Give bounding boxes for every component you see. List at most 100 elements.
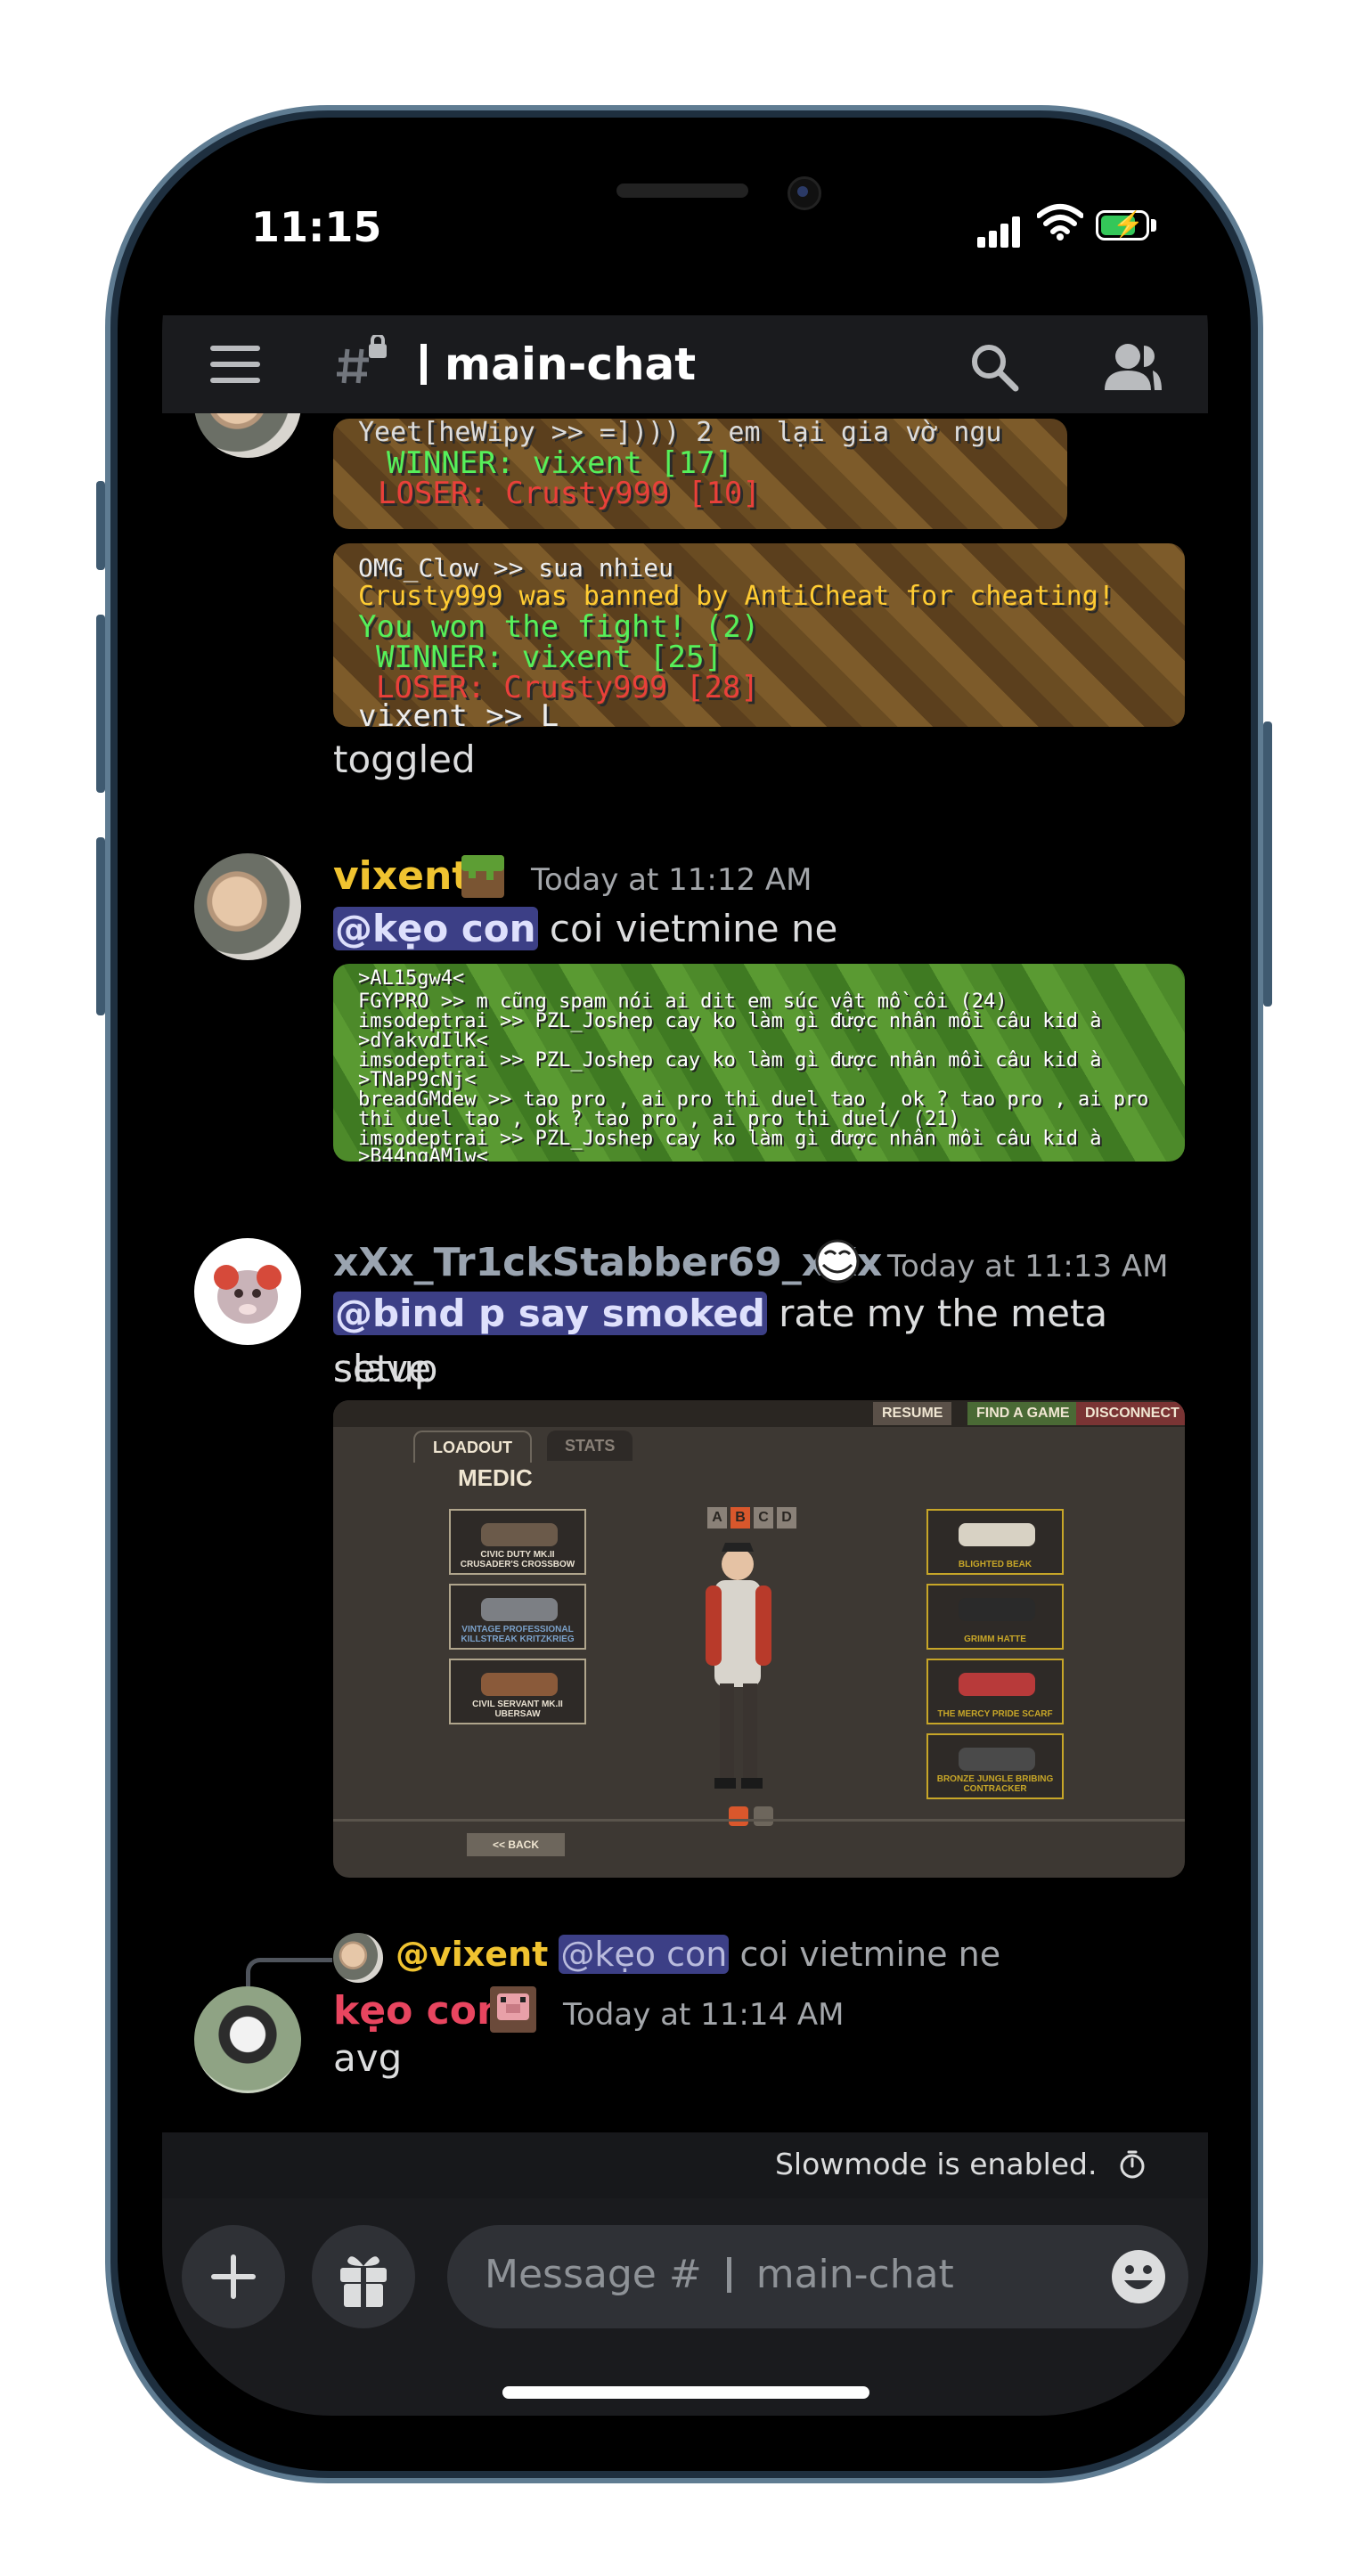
chat-line: vixent >> L xyxy=(358,698,559,727)
loadout-topbar: RESUME FIND A GAME DISCONNECT xyxy=(333,1400,1185,1427)
attachment-image[interactable]: Yeet[heWipy >> =]))) 2 em lại gia vờ ngu… xyxy=(333,419,1067,529)
reply-preview[interactable]: @vixent @kẹo con coi vietmine ne xyxy=(396,1935,1000,1974)
avatar[interactable] xyxy=(194,413,301,458)
slot-label: BLIGHTED BEAK xyxy=(958,1560,1032,1569)
emoji-icon[interactable] xyxy=(1110,2248,1167,2305)
composer-bar: Message # main-chat xyxy=(162,2198,1208,2416)
tab-loadout: LOADOUT xyxy=(413,1431,532,1463)
username[interactable]: vixent xyxy=(333,853,470,899)
members-icon[interactable] xyxy=(1101,340,1163,394)
slowmode-text: Slowmode is enabled. xyxy=(775,2147,1146,2181)
cosmetic-slot: BLIGHTED BEAK xyxy=(926,1509,1064,1575)
reply-avatar xyxy=(333,1933,383,1983)
mute-switch xyxy=(96,481,105,570)
reply-mention: @kẹo con xyxy=(559,1935,730,1974)
weapon-slot: VINTAGE PROFESSIONAL KILLSTREAK KRITZKRI… xyxy=(449,1584,586,1650)
slot-label: GRIMM HATTE xyxy=(964,1634,1026,1644)
slot-label: VINTAGE PROFESSIONAL KILLSTREAK KRITZKRI… xyxy=(461,1625,575,1644)
gift-button[interactable] xyxy=(312,2225,415,2328)
reply-author: @vixent xyxy=(396,1935,549,1974)
home-indicator[interactable] xyxy=(502,2386,869,2399)
user-mention[interactable]: @bind p say smoked xyxy=(333,1292,767,1335)
volume-down-button xyxy=(96,837,105,1015)
back-button: << BACK xyxy=(467,1833,565,1856)
preset-button: A xyxy=(707,1507,727,1528)
add-attachment-button[interactable] xyxy=(182,2225,285,2328)
volume-up-button xyxy=(96,615,105,793)
placeholder-channel: main-chat xyxy=(755,2252,954,2297)
channel-title[interactable]: main-chat xyxy=(420,338,696,390)
tab-stats: STATS xyxy=(547,1431,633,1461)
character-settings-icon xyxy=(754,1806,773,1826)
username[interactable]: kẹo con xyxy=(333,1988,504,2034)
chat-line: LOSER: Crusty999 [10] xyxy=(378,476,761,511)
wifi-icon xyxy=(1037,204,1083,240)
chat-line: >B44ngAM1w< xyxy=(358,1145,488,1162)
locked-channel-icon xyxy=(337,335,387,384)
signal-icon xyxy=(977,216,1022,248)
channel-header: main-chat xyxy=(162,315,1208,413)
slot-label: CIVIC DUTY MK.II CRUSADER'S CROSSBOW xyxy=(460,1550,575,1569)
slowmode-bar: Slowmode is enabled. xyxy=(162,2132,1208,2198)
preset-button: D xyxy=(777,1507,796,1528)
reply-connector xyxy=(246,1958,332,1991)
cosmetic-slot: BRONZE JUNGLE BRIBING CONTRACKER xyxy=(926,1733,1064,1799)
timestamp: Today at 11:13 AM xyxy=(887,1249,1169,1284)
message-text: toggled xyxy=(333,738,476,781)
message-text: @kẹo con coi vietmine ne xyxy=(333,901,837,957)
battery-icon: ⚡ xyxy=(1096,210,1149,240)
channel-name: main-chat xyxy=(445,338,697,390)
avatar[interactable] xyxy=(194,1986,301,2093)
battery-tip xyxy=(1151,219,1156,232)
grass-block-icon xyxy=(461,855,504,898)
message-text-continued: setup xyxy=(333,1347,438,1390)
character-action-icon xyxy=(729,1806,748,1826)
status-bar: 11:15 ⚡ xyxy=(162,198,1208,251)
avatar[interactable] xyxy=(194,1238,301,1345)
reply-text: coi vietmine ne xyxy=(739,1935,1001,1974)
medic-character xyxy=(706,1543,771,1789)
status-time: 11:15 xyxy=(251,203,382,251)
placeholder-prefix: Message # xyxy=(485,2252,702,2297)
message-placeholder: Message # main-chat xyxy=(485,2252,954,2297)
avatar[interactable] xyxy=(194,853,301,960)
slot-label: THE MERCY PRIDE SCARF xyxy=(937,1709,1053,1719)
cosmetic-slot: THE MERCY PRIDE SCARF xyxy=(926,1659,1064,1724)
slot-label: CIVIL SERVANT MK.II UBERSAW xyxy=(472,1700,563,1719)
user-mention[interactable]: @kẹo con xyxy=(333,907,538,950)
weapon-slot: CIVIC DUTY MK.II CRUSADER'S CROSSBOW xyxy=(449,1509,586,1575)
preset-button: B xyxy=(730,1507,750,1528)
attachment-image[interactable]: RESUME FIND A GAME DISCONNECT LOADOUT ST… xyxy=(333,1400,1185,1878)
slowmode-label: Slowmode is enabled. xyxy=(774,2147,1098,2181)
message-body: coi vietmine ne xyxy=(549,907,838,950)
timer-icon xyxy=(1120,2150,1145,2179)
pig-icon xyxy=(490,1986,536,2033)
weapon-slot: CIVIL SERVANT MK.II UBERSAW xyxy=(449,1659,586,1724)
resume-button: RESUME xyxy=(873,1402,952,1425)
preset-button: C xyxy=(754,1507,773,1528)
power-button xyxy=(1263,721,1272,1007)
timestamp: Today at 11:12 AM xyxy=(531,862,812,898)
disconnect-button: DISCONNECT xyxy=(1076,1402,1185,1425)
attachment-image[interactable]: >AL15gw4< FGYPRO >> m cũng spam nói ai d… xyxy=(333,964,1185,1162)
find-game-button: FIND A GAME xyxy=(967,1402,1079,1425)
search-icon[interactable] xyxy=(967,340,1021,394)
timestamp: Today at 11:14 AM xyxy=(563,1997,845,2033)
message-list[interactable]: Yeet[heWipy >> =]))) 2 em lại gia vờ ngu… xyxy=(162,413,1208,2132)
chat-line: >AL15gw4< xyxy=(358,967,465,990)
ram-avatar-icon xyxy=(214,1265,282,1324)
screen: 11:15 ⚡ main-chat Yeet[heWipy >> =]))) 2… xyxy=(162,162,1208,2416)
username[interactable]: xXx_Tr1ckStabber69_xXx xyxy=(333,1240,882,1285)
divider xyxy=(333,1819,1185,1822)
plus-icon xyxy=(211,2254,256,2299)
attachment-image[interactable]: OMG_Clow >> sua nhieu Crusty999 was bann… xyxy=(333,543,1185,727)
speaker xyxy=(616,183,748,198)
cosmetic-slot: GRIMM HATTE xyxy=(926,1584,1064,1650)
slot-label: BRONZE JUNGLE BRIBING CONTRACKER xyxy=(936,1774,1054,1794)
class-name: MEDIC xyxy=(458,1464,533,1491)
hamburger-icon[interactable] xyxy=(210,346,260,383)
message-text: avg xyxy=(333,2036,403,2080)
gift-icon xyxy=(340,2256,387,2309)
message-input[interactable]: Message # main-chat xyxy=(447,2225,1188,2328)
message-text: @bind p say smoked rate my the meta slav… xyxy=(333,1286,1208,1397)
